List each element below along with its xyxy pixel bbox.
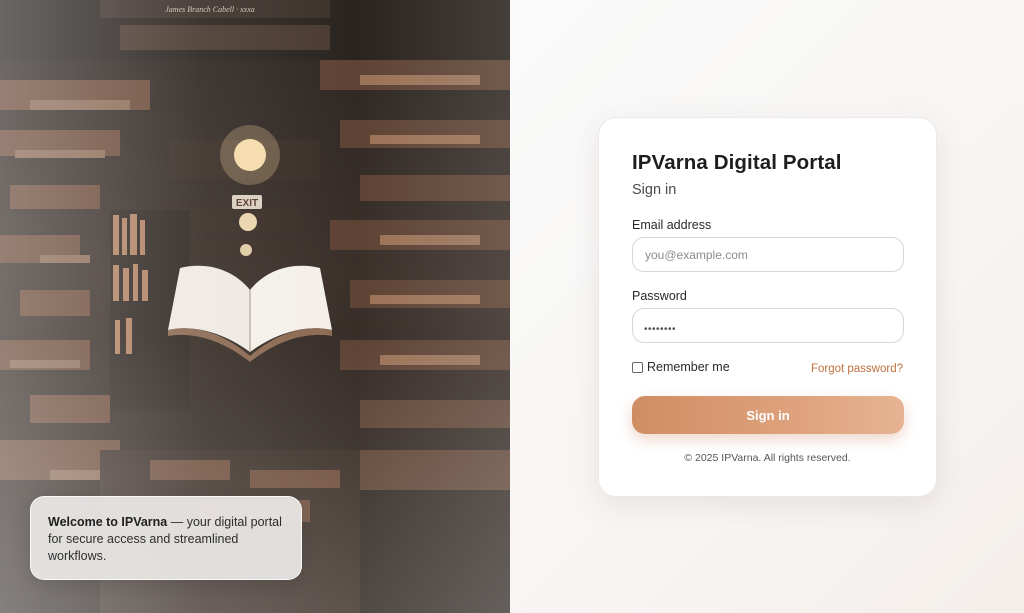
sign-in-subtitle: Sign in (632, 182, 677, 198)
password-field[interactable] (632, 308, 904, 343)
welcome-card: Welcome to IPVarna — your digital portal… (30, 496, 302, 580)
remember-checkbox[interactable] (632, 361, 643, 373)
copyright-text: © 2025 IPVarna. All rights reserved. (684, 452, 851, 464)
page-title: IPVarna Digital Portal (632, 151, 842, 174)
exit-sign-text: EXIT (236, 198, 258, 209)
remember-me[interactable]: Remember me (632, 360, 730, 374)
forgot-password-link[interactable]: Forgot password? (811, 363, 903, 375)
sign-in-button[interactable]: Sign in (632, 396, 904, 434)
password-label: Password (632, 289, 687, 303)
login-card: IPVarna Digital Portal Sign in Email add… (598, 117, 937, 497)
open-book-icon (168, 265, 332, 362)
email-field[interactable] (632, 237, 904, 272)
hero-image-panel: EXIT James Branch Cabell · xxxa Welcome … (0, 0, 510, 613)
remember-label: Remember me (647, 360, 730, 374)
email-label: Email address (632, 218, 712, 232)
welcome-brand: Welcome to IPVarna (48, 515, 168, 529)
top-book-text: James Branch Cabell · xxxa (165, 5, 255, 14)
